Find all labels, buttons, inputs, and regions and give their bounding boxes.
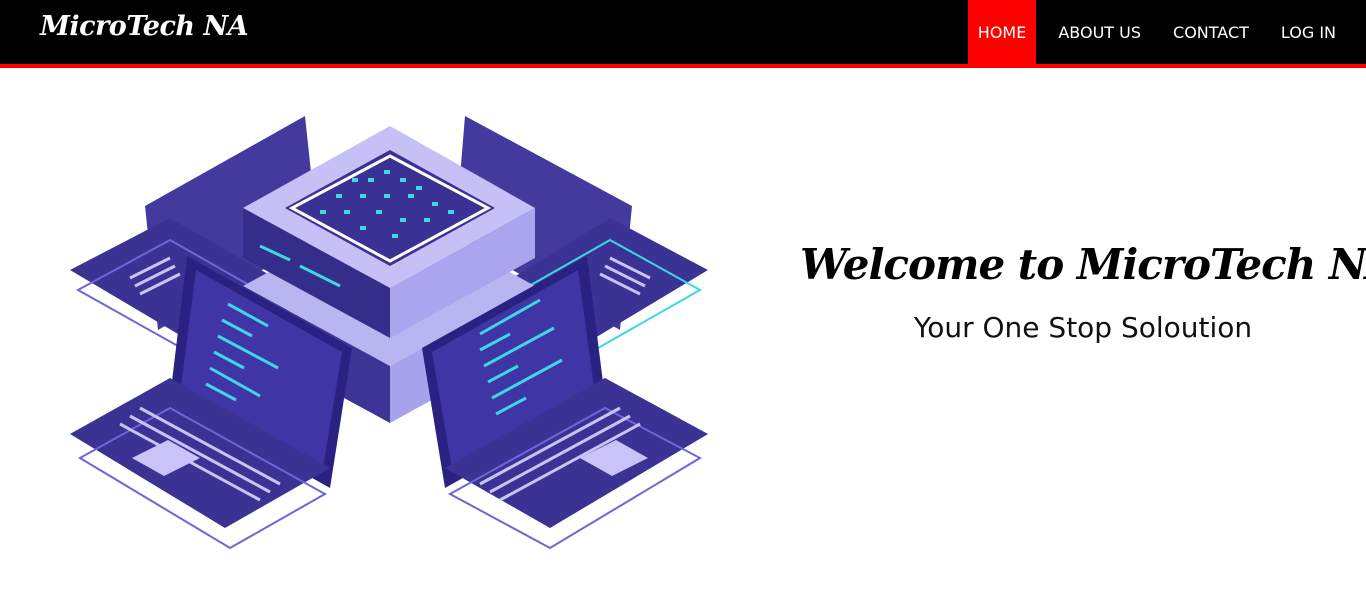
main-nav: HOME ABOUT US CONTACT LOG IN	[967, 0, 1366, 64]
server-with-laptops-icon	[60, 108, 720, 558]
hero-subtitle: Your One Stop Soloution	[913, 311, 1253, 344]
nav-home[interactable]: HOME	[967, 0, 1037, 64]
nav-contact[interactable]: CONTACT	[1157, 0, 1265, 64]
navbar: MicroTech NA HOME ABOUT US CONTACT LOG I…	[0, 0, 1366, 68]
brand-logo[interactable]: MicroTech NA	[40, 11, 249, 42]
hero-title: Welcome to MicroTech NA.	[800, 240, 1366, 289]
nav-log-in[interactable]: LOG IN	[1265, 0, 1352, 64]
hero-text: Welcome to MicroTech NA. Your One Stop S…	[800, 240, 1366, 344]
nav-about-us[interactable]: ABOUT US	[1042, 0, 1157, 64]
